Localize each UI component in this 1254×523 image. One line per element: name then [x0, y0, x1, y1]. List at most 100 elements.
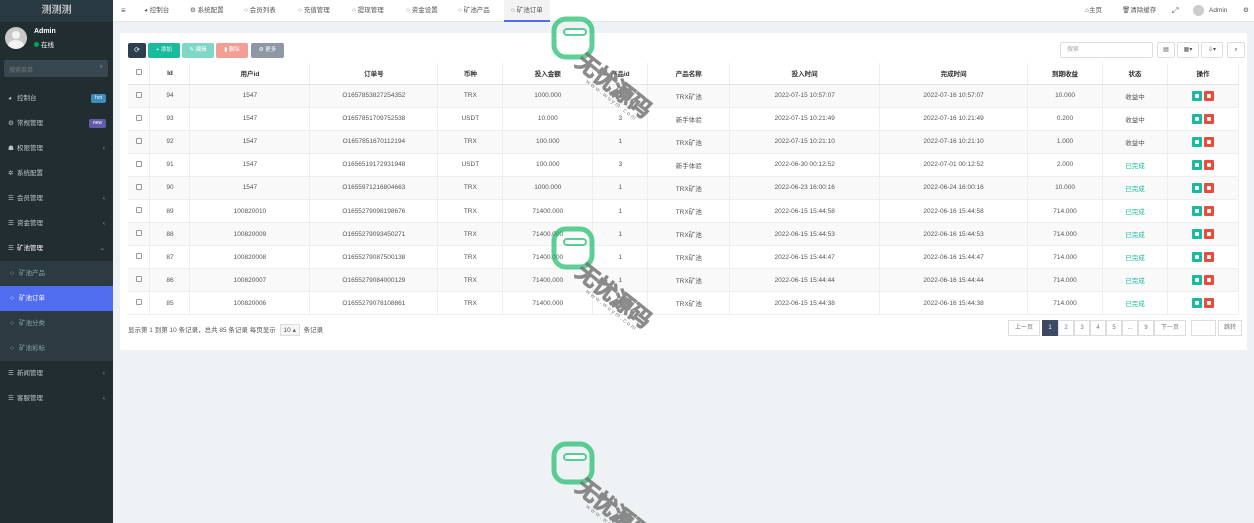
delete-icon[interactable] — [1203, 206, 1214, 217]
sidebar-item-members[interactable]: ☰ 会员管理 ‹ — [0, 186, 113, 211]
col-user-id[interactable]: 用户id — [189, 63, 311, 85]
row-checkbox[interactable] — [128, 199, 151, 224]
page-5-button[interactable]: 5 — [1106, 320, 1122, 336]
edit-icon[interactable] — [1191, 252, 1202, 263]
sidebar-item-pool-category[interactable]: ○ 矿池分类 — [0, 311, 113, 336]
edit-icon[interactable] — [1191, 298, 1202, 309]
sidebar-item-pool-products[interactable]: ○ 矿池产品 — [0, 261, 113, 286]
col-start-time[interactable]: 投入时间 — [729, 63, 881, 85]
delete-icon[interactable] — [1203, 182, 1214, 193]
row-checkbox[interactable] — [128, 153, 151, 177]
tab-pool-orders[interactable]: ○ 矿池订单 — [504, 0, 550, 22]
page-2-button[interactable]: 2 — [1058, 320, 1074, 336]
col-profit[interactable]: 到期收益 — [1027, 63, 1103, 85]
edit-icon[interactable] — [1191, 206, 1202, 217]
tab-members[interactable]: ○ 会员列表 — [241, 0, 279, 22]
page-jump-input[interactable] — [1191, 320, 1216, 336]
row-checkbox[interactable] — [128, 130, 151, 154]
table-row[interactable]: 86 100820007 O1655279084000129 TRX 71400.000… — [128, 268, 1240, 293]
clear-cache-button[interactable]: 🗑清除缓存 — [1122, 0, 1156, 22]
sidebar-item-pool-orders[interactable]: ○ 矿池订单 — [0, 286, 113, 311]
app-logo[interactable]: 测测测 — [0, 0, 113, 22]
row-checkbox[interactable] — [128, 245, 151, 270]
edit-icon[interactable] — [1191, 229, 1202, 240]
sidebar-item-funds[interactable]: ☰ 资金管理 ‹ — [0, 211, 113, 236]
home-link[interactable]: ⌂主页 — [1085, 0, 1102, 22]
col-currency[interactable]: 币种 — [437, 63, 504, 85]
col-id[interactable]: Id — [149, 63, 191, 85]
menu-search-input[interactable]: 搜索菜单 ⌕ — [4, 60, 108, 77]
search-input[interactable]: 搜索 — [1060, 42, 1153, 58]
fullscreen-icon[interactable]: ⤢ — [1172, 0, 1178, 22]
edit-icon[interactable] — [1191, 90, 1202, 101]
sidebar-item-auth[interactable]: ☗ 权限管理 ‹ — [0, 136, 113, 161]
sidebar-item-pool-label[interactable]: ○ 矿池彩标 — [0, 336, 113, 361]
page-3-button[interactable]: 3 — [1074, 320, 1090, 336]
col-amount[interactable]: 投入金额 — [502, 63, 594, 85]
delete-icon[interactable] — [1203, 252, 1214, 263]
table-row[interactable]: 85 100820006 O1655279078108861 TRX 71400.000… — [128, 291, 1240, 316]
jump-button[interactable]: 跳转 — [1218, 320, 1242, 336]
sidebar-item-pool[interactable]: ☰ 矿池管理 ⌄ — [0, 236, 113, 261]
add-button[interactable]: + 添加 — [148, 43, 180, 58]
table-row[interactable]: 89 100820010 O1655279098198676 TRX 71400.000… — [128, 199, 1240, 224]
delete-icon[interactable] — [1203, 159, 1214, 170]
tab-config[interactable]: ⚙ 系统配置 — [187, 0, 227, 22]
col-status[interactable]: 状态 — [1102, 63, 1168, 85]
menu-toggle-icon[interactable]: ≡ — [121, 0, 126, 22]
export-icon[interactable]: ⇩▾ — [1201, 42, 1223, 58]
refresh-button[interactable]: ⟳ — [128, 43, 146, 58]
sidebar-item-dashboard[interactable]: ◕ 控制台 hot — [0, 86, 113, 111]
next-page-button[interactable]: 下一页 — [1154, 320, 1186, 336]
col-end-time[interactable]: 完成时间 — [879, 63, 1029, 85]
delete-icon[interactable] — [1203, 136, 1214, 147]
edit-icon[interactable] — [1191, 275, 1202, 286]
tab-fund-settings[interactable]: ○ 资金设置 — [403, 0, 441, 22]
edit-icon[interactable] — [1191, 113, 1202, 124]
col-product-id[interactable]: 产品id — [592, 63, 649, 85]
edit-icon[interactable] — [1191, 182, 1202, 193]
table-row[interactable]: 92 1547 O1657851670112194 TRX 100.000 1 TRX矿池 2… — [128, 130, 1240, 154]
tab-withdraw[interactable]: ○ 提现管理 — [349, 0, 387, 22]
col-order-no[interactable]: 订单号 — [309, 63, 439, 85]
table-row[interactable]: 94 1547 O1657853827254352 TRX 1000.000 1 TRX矿池… — [128, 84, 1240, 108]
select-all-checkbox[interactable] — [128, 63, 151, 85]
columns-icon[interactable]: ▦▾ — [1177, 42, 1199, 58]
row-checkbox[interactable] — [128, 84, 151, 108]
page-1-button[interactable]: 1 — [1042, 320, 1058, 336]
toggle-view-icon[interactable]: ▤ — [1157, 42, 1175, 58]
tab-pool-products[interactable]: ○ 矿池产品 — [455, 0, 493, 22]
sidebar-item-news[interactable]: ☰ 新闻管理 ‹ — [0, 361, 113, 386]
delete-icon[interactable] — [1203, 229, 1214, 240]
edit-icon[interactable] — [1191, 136, 1202, 147]
sidebar-item-support[interactable]: ☰ 客服管理 ‹ — [0, 386, 113, 411]
row-checkbox[interactable] — [128, 176, 151, 200]
admin-menu[interactable]: Admin — [1193, 0, 1227, 22]
prev-page-button[interactable]: 上一页 — [1008, 320, 1040, 336]
edit-icon[interactable] — [1191, 159, 1202, 170]
table-row[interactable]: 90 1547 O1655971216804663 TRX 1000.000 1 TRX矿池… — [128, 176, 1240, 200]
delete-icon[interactable] — [1203, 275, 1214, 286]
sidebar-item-general[interactable]: ⚙ 常规管理 new — [0, 111, 113, 136]
page-size-select[interactable]: 10 ▴ — [279, 324, 300, 336]
delete-icon[interactable] — [1203, 113, 1214, 124]
table-row[interactable]: 93 1547 O1657851709752538 USDT 10.000 3 新手体验 20… — [128, 107, 1240, 131]
table-row[interactable]: 87 100820008 O1655279087500138 TRX 71400.000… — [128, 245, 1240, 270]
row-checkbox[interactable] — [128, 291, 151, 316]
table-row[interactable]: 88 100820009 O1655279093450271 TRX 71400.000… — [128, 222, 1240, 247]
page-4-button[interactable]: 4 — [1090, 320, 1106, 336]
row-checkbox[interactable] — [128, 268, 151, 293]
edit-button[interactable]: ✎ 编辑 — [182, 43, 214, 58]
delete-button[interactable]: ▮ 删除 — [216, 43, 248, 58]
table-row[interactable]: 91 1547 O1656519172931948 USDT 100.000 3 新手体验 2… — [128, 153, 1240, 177]
more-button[interactable]: ⚙ 更多 — [251, 43, 284, 58]
delete-icon[interactable] — [1203, 90, 1214, 101]
tab-dashboard[interactable]: ◕ 控制台 — [141, 0, 172, 22]
search-icon[interactable]: ⌕ — [1227, 42, 1245, 58]
col-product-name[interactable]: 产品名称 — [647, 63, 731, 85]
row-checkbox[interactable] — [128, 222, 151, 247]
tab-recharge[interactable]: ○ 充值管理 — [295, 0, 333, 22]
delete-icon[interactable] — [1203, 298, 1214, 309]
settings-icon[interactable]: ⚙ — [1243, 0, 1249, 22]
page-9-button[interactable]: 9 — [1138, 320, 1154, 336]
